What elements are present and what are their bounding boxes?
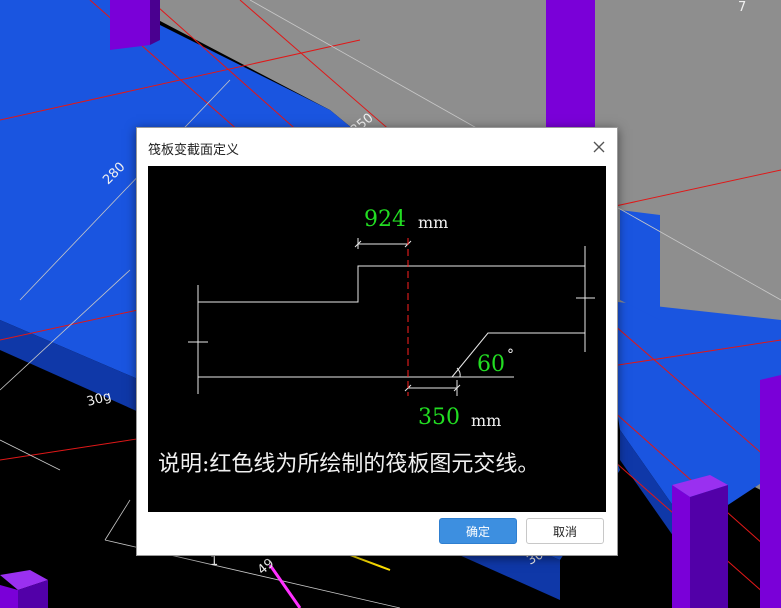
angle-unit: ° — [507, 347, 514, 363]
dialog-title: 筏板变截面定义 — [148, 143, 240, 158]
close-icon[interactable] — [589, 137, 609, 157]
grid-label: 7 — [738, 0, 746, 15]
bottom-width-value: 350 — [418, 405, 460, 430]
top-width-unit: mm — [418, 213, 448, 232]
dialog-title-bar[interactable]: 筏板变截面定义 — [137, 128, 617, 165]
column-bottom-right — [672, 475, 728, 608]
ok-button[interactable]: 确定 — [439, 518, 517, 544]
column-right-edge — [760, 375, 781, 608]
cancel-button[interactable]: 取消 — [526, 518, 604, 544]
column-top-left — [110, 0, 160, 50]
top-width-value: 924 — [364, 207, 406, 232]
grid-label: 1 — [210, 554, 218, 569]
bottom-width-unit: mm — [471, 411, 501, 430]
angle-value: 60 — [477, 352, 505, 377]
section-preview-canvas: 924 mm 60 ° 350 mm 说明:红色线为所绘制的筏板图元交线。 — [148, 166, 606, 512]
preview-note: 说明:红色线为所绘制的筏板图元交线。 — [158, 452, 539, 477]
raft-variable-section-dialog: 筏板变截面定义 924 mm 60 ° 350 mm 说明:红色线为所绘制的筏板… — [136, 127, 618, 556]
